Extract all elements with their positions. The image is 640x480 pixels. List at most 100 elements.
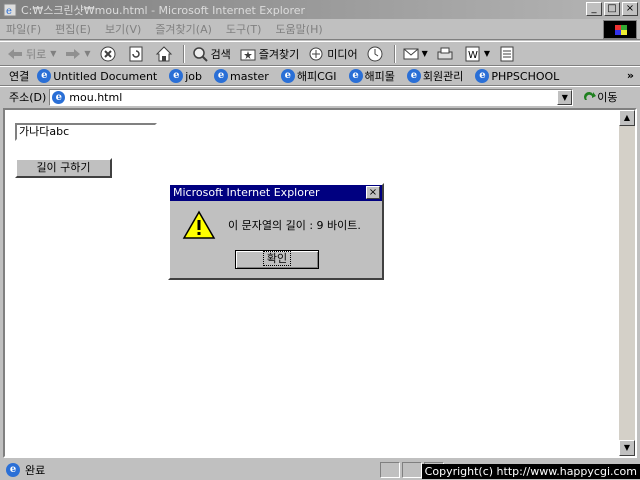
menu-bar: 파일(F) 편집(E) 보기(V) 즐겨찾기(A) 도구(T) 도움말(H) xyxy=(0,19,640,40)
link-untitled-document[interactable]: e Untitled Document xyxy=(37,69,157,83)
toolbar-separator xyxy=(393,44,396,63)
link-label: master xyxy=(230,69,269,83)
link-master[interactable]: e master xyxy=(214,69,269,83)
history-icon xyxy=(367,46,383,61)
link-label: job xyxy=(185,69,203,83)
links-label: 연결 xyxy=(9,70,30,83)
scroll-down-icon[interactable]: ▼ xyxy=(619,440,635,456)
link-happycgi[interactable]: e 해피CGI xyxy=(280,68,337,84)
mail-dropdown-icon[interactable]: ▼ xyxy=(422,49,428,58)
forward-dropdown-icon[interactable]: ▼ xyxy=(84,49,90,58)
stop-button[interactable] xyxy=(99,45,119,63)
vertical-scrollbar[interactable]: ▲ ▼ xyxy=(619,110,635,456)
window-title: C:₩스크린샷₩mou.html - Microsoft Internet Ex… xyxy=(21,3,306,17)
go-label: 이동 xyxy=(597,91,618,104)
link-phpschool[interactable]: e PHPSCHOOL xyxy=(475,69,559,83)
edit-button[interactable]: W ▼ xyxy=(464,45,490,63)
printer-icon xyxy=(437,47,453,59)
link-label: PHPSCHOOL xyxy=(491,69,560,83)
ie-page-icon: e xyxy=(214,69,229,83)
ie-page-icon: e xyxy=(169,69,184,83)
history-button[interactable] xyxy=(366,45,386,63)
link-label: 회원관리 xyxy=(422,70,464,83)
address-label: 주소(D) xyxy=(9,91,47,104)
ie-status-icon: e xyxy=(6,463,20,477)
dialog-close-button[interactable]: × xyxy=(366,186,380,199)
minimize-button[interactable]: _ xyxy=(586,2,602,16)
ie-page-icon: e xyxy=(37,69,52,83)
dialog-title: Microsoft Internet Explorer xyxy=(173,186,320,199)
dialog-message: 이 문자열의 길이 : 9 바이트. xyxy=(228,219,361,232)
media-icon xyxy=(309,47,323,60)
ok-button[interactable]: 확인 xyxy=(235,250,319,269)
standard-toolbar: 뒤로 ▼ ▼ 검색 즐겨찾기 미디어 ▼ W ▼ xyxy=(0,41,640,66)
link-happymall[interactable]: e 해피몰 xyxy=(348,68,395,84)
favorites-label: 즐겨찾기 xyxy=(258,47,300,61)
ie-page-icon: e xyxy=(348,69,363,83)
discuss-button[interactable] xyxy=(498,45,518,63)
link-label: 해피몰 xyxy=(364,70,395,83)
home-icon xyxy=(155,45,172,61)
back-dropdown-icon[interactable]: ▼ xyxy=(50,49,56,58)
address-dropdown-icon[interactable]: ▼ xyxy=(557,89,573,105)
home-button[interactable] xyxy=(155,45,175,63)
address-value: mou.html xyxy=(69,90,123,104)
calc-length-button[interactable]: 길이 구하기 xyxy=(15,158,112,178)
back-button[interactable]: 뒤로 ▼ xyxy=(6,45,56,63)
status-bar: e 완료 Copyright(c) http://www.happycgi.co… xyxy=(0,460,640,480)
edit-document-icon: W xyxy=(465,46,480,61)
status-text: 완료 xyxy=(25,464,46,477)
refresh-icon xyxy=(129,46,143,61)
menu-help[interactable]: 도움말(H) xyxy=(275,21,322,37)
text-input[interactable]: 가나다abc xyxy=(15,123,157,141)
menu-favorites[interactable]: 즐겨찾기(A) xyxy=(155,21,212,37)
window-titlebar[interactable]: e C:₩스크린샷₩mou.html - Microsoft Internet … xyxy=(0,0,640,19)
copyright-watermark: Copyright(c) http://www.happycgi.com xyxy=(421,464,640,479)
links-bar: 연결 e Untitled Document e job e master e 해피CG… xyxy=(0,66,640,86)
menu-file[interactable]: 파일(F) xyxy=(6,21,41,37)
back-arrow-icon xyxy=(8,48,22,59)
media-button[interactable]: 미디어 xyxy=(307,45,358,63)
ok-label: 확인 xyxy=(262,251,292,266)
menu-edit[interactable]: 편집(E) xyxy=(55,21,91,37)
back-label: 뒤로 xyxy=(26,47,47,61)
search-icon xyxy=(192,46,208,62)
ie-page-icon: e xyxy=(475,69,490,83)
menu-view[interactable]: 보기(V) xyxy=(105,21,141,37)
toolbar-separator xyxy=(182,44,185,63)
links-more-chevron-icon[interactable]: » xyxy=(627,69,634,82)
favorites-folder-icon xyxy=(240,49,256,60)
page-viewport: 가나다abc 길이 구하기 ▲ ▼ xyxy=(3,108,637,458)
mail-icon xyxy=(403,48,419,59)
stop-icon xyxy=(100,46,116,61)
forward-button[interactable]: ▼ xyxy=(64,45,91,63)
mail-button[interactable]: ▼ xyxy=(402,45,428,63)
link-label: 해피CGI xyxy=(296,70,337,83)
media-label: 미디어 xyxy=(327,47,358,61)
search-button[interactable]: 검색 xyxy=(191,45,231,63)
favorites-button[interactable]: 즐겨찾기 xyxy=(239,45,299,63)
link-job[interactable]: e job xyxy=(169,69,202,83)
address-input[interactable]: e mou.html ▼ xyxy=(49,88,574,106)
menu-tools[interactable]: 도구(T) xyxy=(226,21,262,37)
windows-logo-icon xyxy=(603,20,637,39)
svg-text:e: e xyxy=(6,6,12,17)
address-bar: 주소(D) e mou.html ▼ 이동 xyxy=(0,86,640,107)
print-button[interactable] xyxy=(436,45,456,63)
ie-app-icon: e xyxy=(3,3,17,17)
refresh-button[interactable] xyxy=(127,45,147,63)
status-pane xyxy=(402,462,422,478)
scroll-up-icon[interactable]: ▲ xyxy=(619,110,635,126)
forward-arrow-icon xyxy=(66,48,81,59)
ie-page-icon: e xyxy=(406,69,421,83)
close-window-button[interactable]: × xyxy=(622,2,638,16)
edit-dropdown-icon[interactable]: ▼ xyxy=(484,49,490,58)
go-button[interactable]: 이동 xyxy=(583,89,618,105)
maximize-button[interactable]: □ xyxy=(604,2,620,16)
link-member-admin[interactable]: e 회원관리 xyxy=(406,68,464,84)
search-label: 검색 xyxy=(210,47,231,61)
warning-icon xyxy=(182,210,216,239)
svg-text:W: W xyxy=(468,50,478,61)
discuss-icon xyxy=(500,46,514,61)
dialog-titlebar[interactable]: Microsoft Internet Explorer × xyxy=(170,185,382,201)
